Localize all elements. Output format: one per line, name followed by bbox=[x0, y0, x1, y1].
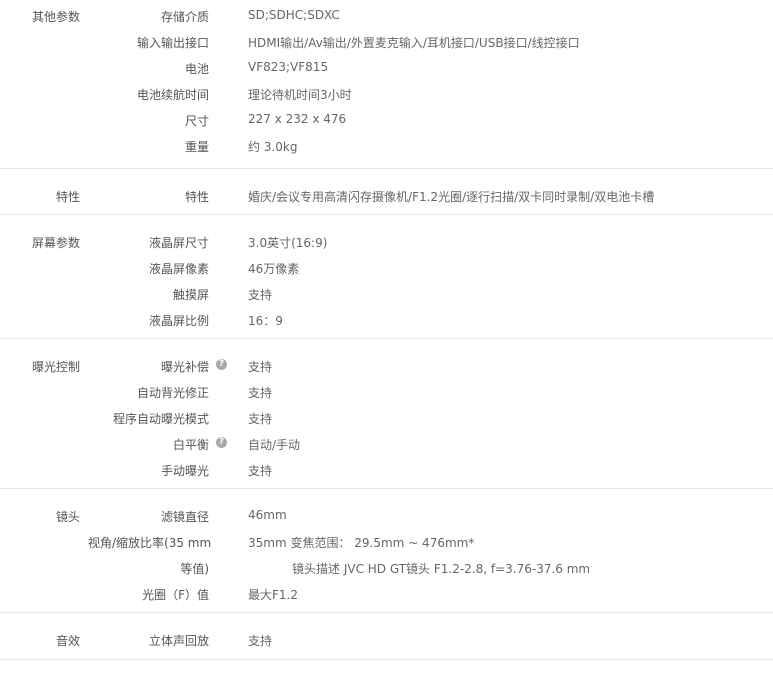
spec-label-text: 曝光补偿 bbox=[160, 360, 209, 374]
spec-value: HDMI输出/Av输出/外置麦克输入/耳机接口/USB接口/线控接口 bbox=[248, 36, 580, 50]
spec-label: 视角/缩放比率(35 mm bbox=[88, 536, 212, 550]
spec-value: 镜头描述 JVC HD GT镜头 F1.2-2.8, f=3.76-37.6 m… bbox=[292, 562, 591, 576]
spec-row: 程序自动曝光模式 支持 bbox=[0, 404, 773, 430]
spec-label: 存储介质 bbox=[160, 10, 209, 24]
spec-value: 支持 bbox=[248, 386, 273, 400]
spec-label: 液晶屏尺寸 bbox=[148, 236, 209, 250]
spec-label: 输入输出接口 bbox=[136, 36, 209, 50]
spec-label: 白平衡? bbox=[100, 436, 227, 453]
spec-label: 液晶屏像素 bbox=[148, 262, 209, 276]
spec-row: 重量 约 3.0kg bbox=[0, 132, 773, 158]
spec-section: 屏幕参数 液晶屏尺寸 3.0英寸(16:9) 液晶屏像素 46万像素 触摸屏 支持 液晶屏比例… bbox=[0, 214, 773, 339]
spec-row: 手动曝光 支持 bbox=[0, 456, 773, 482]
spec-value: SD;SDHC;SDXC bbox=[248, 8, 340, 22]
spec-label: 等值) bbox=[180, 562, 209, 576]
spec-row: 液晶屏尺寸 3.0英寸(16:9) bbox=[0, 228, 773, 254]
spec-section: 特性 特性 婚庆/会议专用高清闪存摄像机/F1.2光圈/逐行扫描/双卡同时录制/双电… bbox=[0, 168, 773, 215]
spec-value: 227 x 232 x 476 bbox=[248, 112, 347, 126]
spec-value: VF823;VF815 bbox=[248, 60, 329, 74]
spec-row: 存储介质 SD;SDHC;SDXC bbox=[0, 2, 773, 28]
spec-row: 液晶屏像素 46万像素 bbox=[0, 254, 773, 280]
spec-value: 支持 bbox=[248, 288, 273, 302]
spec-row: 自动背光修正 支持 bbox=[0, 378, 773, 404]
spec-value: 35mm 变焦范围： 29.5mm ~ 476mm* bbox=[248, 536, 475, 550]
spec-label: 程序自动曝光模式 bbox=[112, 412, 209, 426]
spec-label: 曝光补偿? bbox=[100, 358, 227, 375]
spec-row: 电池 VF823;VF815 bbox=[0, 54, 773, 80]
spec-section: 镜头 滤镜直径 46mm 视角/缩放比率(35 mm 35mm 变焦范围： 29.5mm… bbox=[0, 488, 773, 613]
spec-label: 触摸屏 bbox=[172, 288, 209, 302]
spec-label: 电池续航时间 bbox=[136, 88, 209, 102]
spec-value: 3.0英寸(16:9) bbox=[248, 236, 328, 250]
spec-value: 自动/手动 bbox=[248, 438, 301, 452]
spec-label-text: 白平衡 bbox=[172, 438, 209, 452]
spec-row: 电池续航时间 理论待机时间3小时 bbox=[0, 80, 773, 106]
spec-label: 光圈（F）值 bbox=[142, 588, 209, 602]
spec-row: 立体声回放 支持 bbox=[0, 626, 773, 652]
spec-row: 光圈（F）值 最大F1.2 bbox=[0, 580, 773, 606]
spec-row: 曝光补偿? 支持 bbox=[0, 352, 773, 378]
spec-value: 46mm bbox=[248, 508, 287, 522]
help-icon[interactable]: ? bbox=[216, 437, 227, 448]
spec-value: 最大F1.2 bbox=[248, 588, 298, 602]
spec-value: 支持 bbox=[248, 464, 273, 478]
spec-label: 尺寸 bbox=[184, 114, 209, 128]
spec-row: 输入输出接口 HDMI输出/Av输出/外置麦克输入/耳机接口/USB接口/线控接口 bbox=[0, 28, 773, 54]
spec-value: 支持 bbox=[248, 634, 273, 648]
spec-label: 立体声回放 bbox=[148, 634, 209, 648]
spec-value: 婚庆/会议专用高清闪存摄像机/F1.2光圈/逐行扫描/双卡同时录制/双电池卡槽 bbox=[248, 190, 655, 204]
spec-row: 特性 婚庆/会议专用高清闪存摄像机/F1.2光圈/逐行扫描/双卡同时录制/双电池卡… bbox=[0, 182, 773, 208]
spec-row: 滤镜直径 46mm bbox=[0, 502, 773, 528]
spec-row: 触摸屏 支持 bbox=[0, 280, 773, 306]
spec-label: 手动曝光 bbox=[160, 464, 209, 478]
spec-value: 支持 bbox=[248, 412, 273, 426]
spec-label: 自动背光修正 bbox=[136, 386, 209, 400]
spec-section: 音效 立体声回放 支持 bbox=[0, 612, 773, 660]
spec-row: 尺寸 227 x 232 x 476 bbox=[0, 106, 773, 132]
spec-row: 等值) 镜头描述 JVC HD GT镜头 F1.2-2.8, f=3.76-37.… bbox=[0, 554, 773, 580]
spec-value: 理论待机时间3小时 bbox=[248, 88, 352, 102]
spec-label: 特性 bbox=[184, 190, 209, 204]
spec-label: 滤镜直径 bbox=[160, 510, 209, 524]
help-icon[interactable]: ? bbox=[216, 359, 227, 370]
spec-value: 支持 bbox=[248, 360, 273, 374]
spec-value: 16：9 bbox=[248, 314, 283, 328]
spec-section: 其他参数 存储介质 SD;SDHC;SDXC 输入输出接口 HDMI输出/Av输出/外置… bbox=[0, 0, 773, 169]
spec-section: 曝光控制 曝光补偿? 支持 自动背光修正 支持 程序自动曝光模式 支持 白平衡? 自动/手动 手动… bbox=[0, 338, 773, 489]
spec-row: 视角/缩放比率(35 mm 35mm 变焦范围： 29.5mm ~ 476mm* bbox=[0, 528, 773, 554]
spec-label: 重量 bbox=[184, 140, 209, 154]
spec-label: 液晶屏比例 bbox=[148, 314, 209, 328]
spec-label: 电池 bbox=[184, 62, 209, 76]
spec-value: 46万像素 bbox=[248, 262, 300, 276]
spec-value: 约 3.0kg bbox=[248, 140, 298, 154]
spec-row: 液晶屏比例 16：9 bbox=[0, 306, 773, 332]
spec-row: 白平衡? 自动/手动 bbox=[0, 430, 773, 456]
